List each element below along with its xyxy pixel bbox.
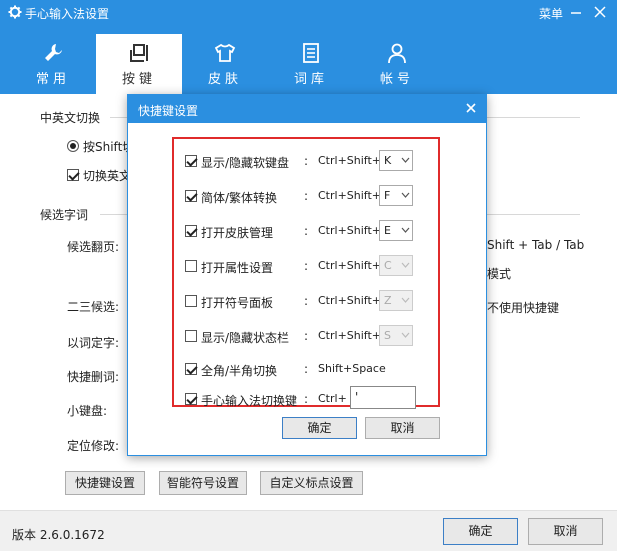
shortcut-row-full-half: 全角/半角切换 : Shift+Space <box>174 357 438 381</box>
minimize-icon[interactable] <box>567 4 585 20</box>
key-select: C <box>379 255 413 276</box>
shift-tab-option[interactable]: Shift + Tab / Tab <box>487 238 584 252</box>
menu-button[interactable]: 菜单 <box>539 5 563 22</box>
mini-keyboard-label: 小键盘: <box>67 404 108 418</box>
dialog-title: 快捷键设置 <box>138 104 199 118</box>
shortcut-row-status-bar: 显示/隐藏状态栏 : Ctrl+Shift+ S <box>174 324 438 348</box>
title-bar: 手心输入法设置 菜单 常用 按键 皮肤 词库 帐号 <box>0 0 617 94</box>
shortcut-checkbox[interactable] <box>185 260 197 272</box>
dialog-title-bar: 快捷键设置 <box>128 95 486 123</box>
shortcut-row-skin-manager: 打开皮肤管理 : Ctrl+Shift+ E <box>174 219 438 243</box>
second-third-label: 二三候选: <box>67 300 120 314</box>
dialog-ok-button[interactable]: 确定 <box>282 417 357 439</box>
wrench-icon <box>45 44 62 61</box>
shortcut-row-softkeyboard: 显示/隐藏软键盘 : Ctrl+Shift+ K <box>174 149 438 173</box>
tab-keys[interactable]: 按键 <box>96 34 182 94</box>
ok-button[interactable]: 确定 <box>443 518 518 545</box>
cancel-button[interactable]: 取消 <box>528 518 603 545</box>
key-select[interactable]: F <box>379 185 413 206</box>
shortcut-checkbox[interactable] <box>185 155 197 167</box>
shortcut-list-highlight: 显示/隐藏软键盘 : Ctrl+Shift+ K 简体/繁体转换 : Ctrl+… <box>172 137 440 409</box>
shortcut-checkbox[interactable] <box>185 190 197 202</box>
window-title: 手心输入法设置 <box>25 7 110 21</box>
section-candidates: 候选字词 <box>40 208 89 222</box>
key-select: S <box>379 325 413 346</box>
key-select[interactable]: E <box>379 220 413 241</box>
chevron-down-icon <box>401 157 410 163</box>
no-shortcut-option[interactable]: 不使用快捷键 <box>487 299 559 316</box>
switch-english-label: 切换英文 <box>83 169 132 183</box>
key-select: Z <box>379 290 413 311</box>
footer-bar: 版本 2.6.0.1672 确定 取消 <box>0 510 617 551</box>
chevron-down-icon <box>401 227 410 233</box>
chevron-down-icon <box>401 332 410 338</box>
shortcut-checkbox[interactable] <box>185 393 197 405</box>
custom-punct-button[interactable]: 自定义标点设置 <box>260 471 363 495</box>
keyboard-icon <box>130 44 148 62</box>
tab-lexicon[interactable]: 词库 <box>268 34 354 94</box>
mode-option[interactable]: 模式 <box>487 265 511 282</box>
shortcut-row-symbol-panel: 打开符号面板 : Ctrl+Shift+ Z <box>174 289 438 313</box>
chevron-down-icon <box>401 192 410 198</box>
shortcut-settings-button[interactable]: 快捷键设置 <box>65 471 145 495</box>
gear-icon <box>8 5 22 19</box>
user-icon <box>388 43 406 64</box>
shortcut-checkbox[interactable] <box>185 295 197 307</box>
switch-english-checkbox[interactable] <box>67 169 79 181</box>
word-select-label: 以词定字: <box>67 336 120 350</box>
locate-edit-label: 定位修改: <box>67 439 120 453</box>
shirt-icon <box>214 43 236 62</box>
section-cn-en-switch: 中英文切换 <box>40 111 101 125</box>
shift-switch-radio[interactable] <box>67 140 79 152</box>
page-turn-label: 候选翻页: <box>67 240 120 254</box>
key-select[interactable]: K <box>379 150 413 171</box>
shortcut-row-simp-trad: 简体/繁体转换 : Ctrl+Shift+ F <box>174 184 438 208</box>
shortcut-checkbox[interactable] <box>185 225 197 237</box>
shortcut-row-ime-switch: 手心输入法切换键 : Ctrl+ ' <box>174 386 438 411</box>
version-label: 版本 2.6.0.1672 <box>12 528 105 542</box>
tab-skin[interactable]: 皮肤 <box>182 34 268 94</box>
quick-delete-label: 快捷删词: <box>67 370 120 384</box>
chevron-down-icon <box>401 262 410 268</box>
chevron-down-icon <box>401 297 410 303</box>
smart-symbol-button[interactable]: 智能符号设置 <box>159 471 247 495</box>
lexicon-icon <box>303 43 319 63</box>
shortcut-row-properties: 打开属性设置 : Ctrl+Shift+ C <box>174 254 438 278</box>
close-icon[interactable] <box>591 4 609 20</box>
switch-key-input[interactable]: ' <box>350 386 416 409</box>
tab-common[interactable]: 常用 <box>10 34 96 94</box>
dialog-cancel-button[interactable]: 取消 <box>365 417 440 439</box>
shortcut-checkbox[interactable] <box>185 330 197 342</box>
tab-account[interactable]: 帐号 <box>354 34 440 94</box>
shortcut-settings-dialog: 快捷键设置 显示/隐藏软键盘 : Ctrl+Shift+ K 简体/繁体转换 :… <box>127 94 487 456</box>
dialog-close-icon[interactable] <box>464 101 478 115</box>
shortcut-checkbox[interactable] <box>185 363 197 375</box>
